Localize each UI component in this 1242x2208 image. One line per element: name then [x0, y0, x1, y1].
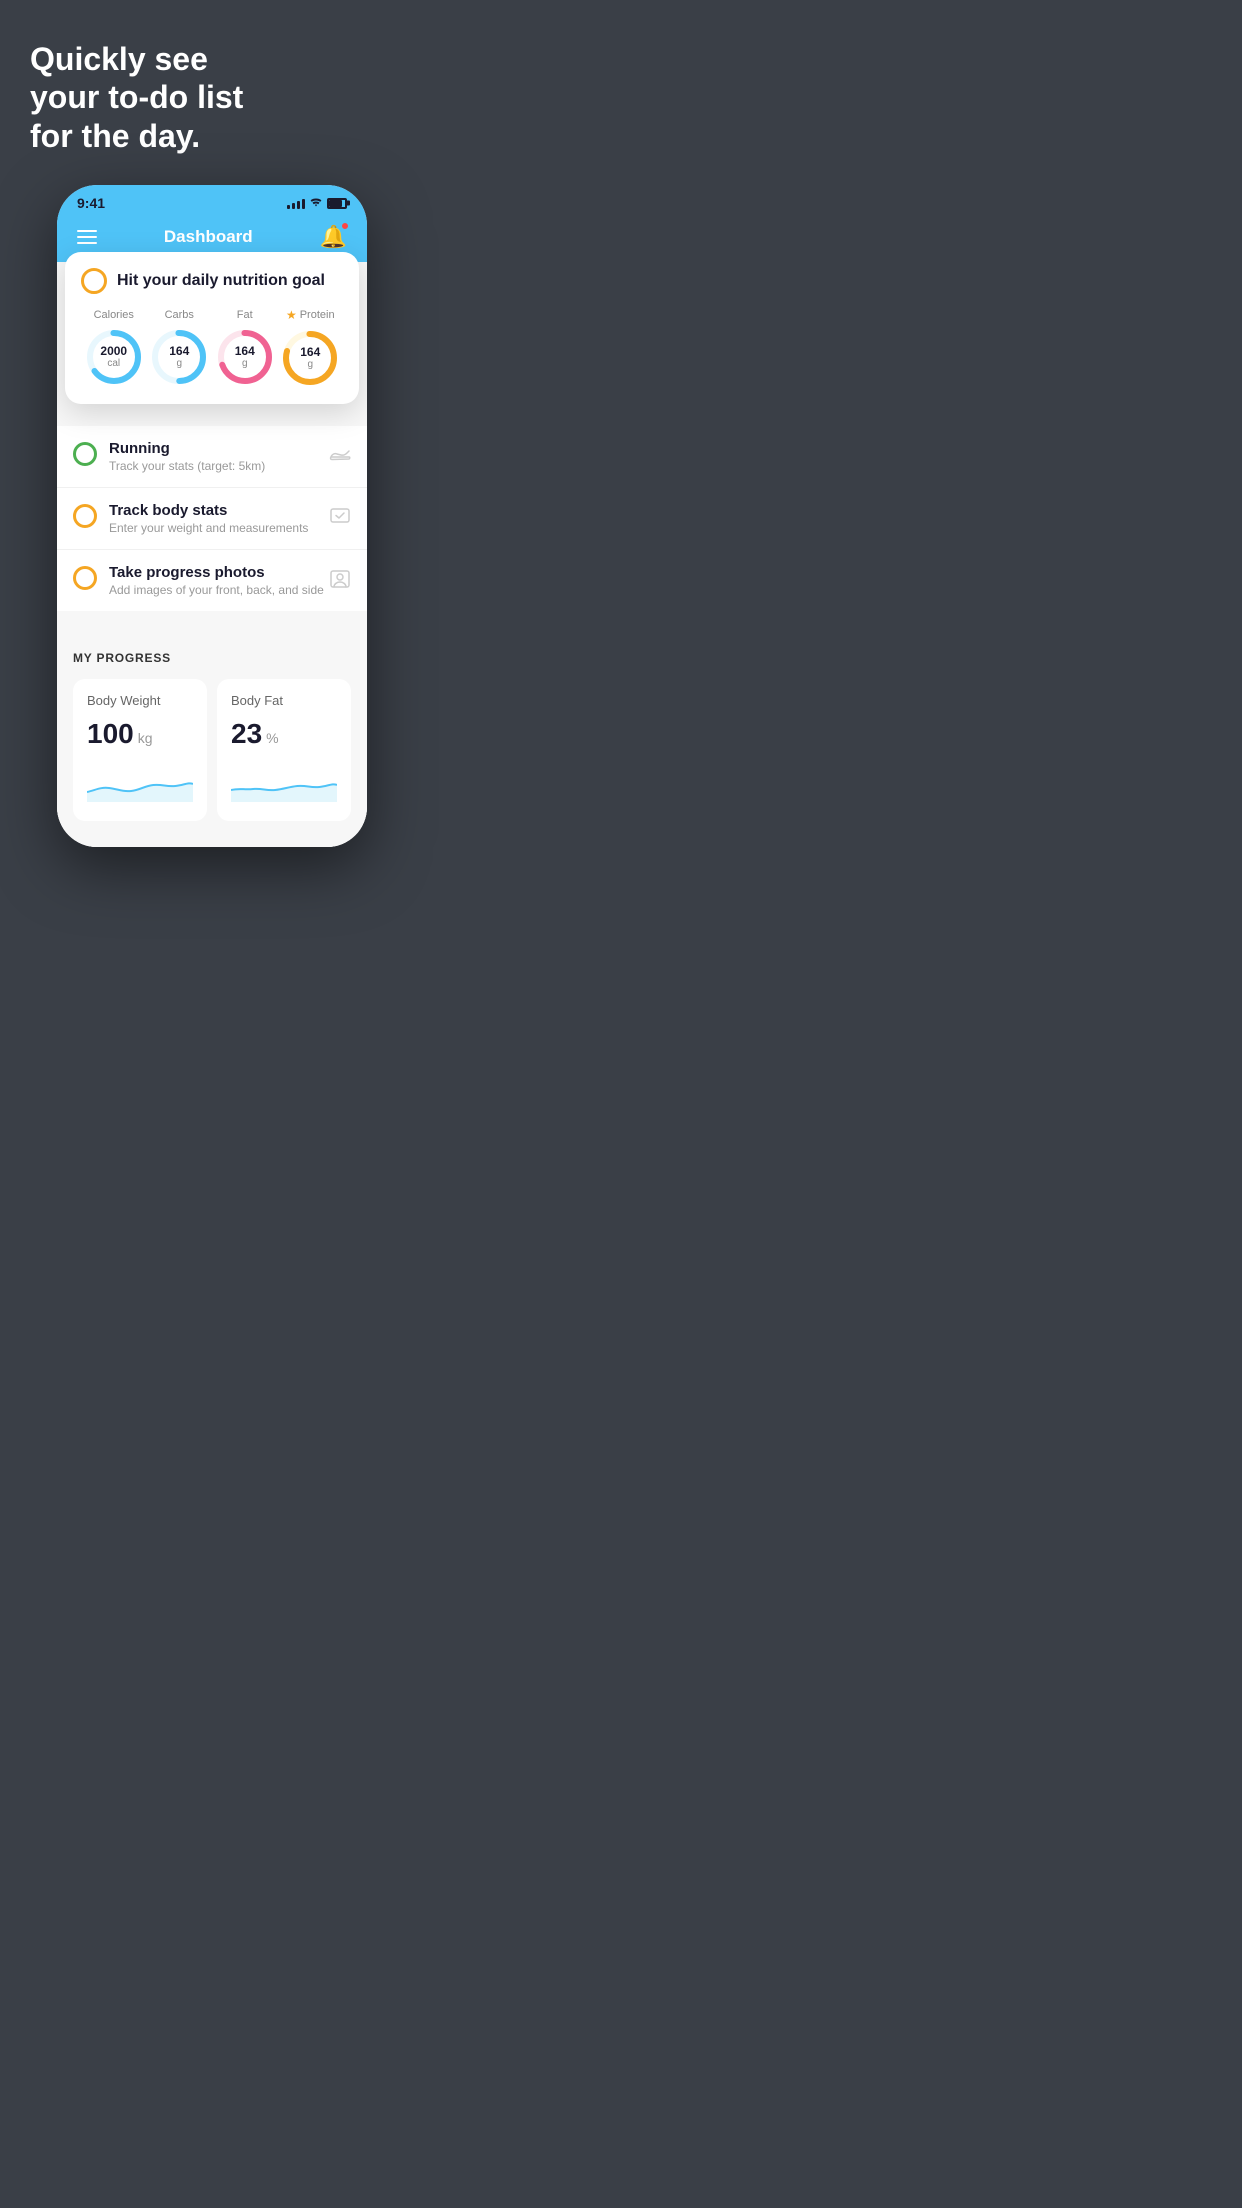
signal-bar-1	[287, 205, 290, 209]
notification-dot	[341, 222, 349, 230]
body-fat-value: 23	[231, 718, 262, 750]
body-weight-unit: kg	[138, 730, 153, 746]
hamburger-line-3	[77, 242, 97, 244]
running-title: Running	[109, 440, 329, 457]
outer-wrapper: Quickly see your to-do list for the day.…	[0, 0, 414, 877]
person-photo-icon	[329, 568, 351, 595]
body-fat-chart	[231, 762, 337, 802]
protein-unit: g	[300, 359, 320, 370]
wifi-icon	[309, 196, 323, 211]
card-title-row: Hit your daily nutrition goal	[81, 268, 343, 294]
macro-calories-label: Calories	[94, 309, 134, 321]
body-weight-value-row: 100 kg	[87, 718, 193, 750]
macro-fat-label: Fat	[237, 309, 253, 321]
fat-unit: g	[235, 358, 255, 369]
carbs-value: 164	[169, 345, 189, 358]
hero-line3: for the day.	[30, 118, 200, 154]
signal-bar-3	[297, 201, 300, 209]
todo-item-running[interactable]: Running Track your stats (target: 5km)	[57, 426, 367, 488]
nav-title: Dashboard	[164, 227, 253, 247]
phone-frame: 9:41	[57, 185, 367, 847]
battery-icon	[327, 198, 347, 209]
body-weight-value: 100	[87, 718, 134, 750]
notification-bell-button[interactable]: 🔔	[320, 224, 347, 250]
body-weight-card[interactable]: Body Weight 100 kg	[73, 679, 207, 821]
photos-subtitle: Add images of your front, back, and side	[109, 583, 329, 597]
calories-donut-text: 2000 cal	[100, 345, 127, 369]
fat-donut-text: 164 g	[235, 345, 255, 369]
macro-calories: Calories 2000 cal	[84, 309, 144, 387]
app-content: THINGS TO DO TODAY Hit your daily nutrit…	[57, 262, 367, 847]
body-stats-title: Track body stats	[109, 502, 329, 519]
todo-item-photos[interactable]: Take progress photos Add images of your …	[57, 550, 367, 611]
body-stats-checkbox[interactable]	[73, 504, 97, 528]
fat-donut: 164 g	[215, 327, 275, 387]
macro-protein: ★ Protein 164 g	[280, 308, 340, 388]
macro-fat: Fat 164 g	[215, 309, 275, 387]
carbs-unit: g	[169, 358, 189, 369]
hero-line2: your to-do list	[30, 79, 243, 115]
calories-unit: cal	[100, 358, 127, 369]
nutrition-checkbox[interactable]	[81, 268, 107, 294]
macro-carbs: Carbs 164 g	[149, 309, 209, 387]
running-text-group: Running Track your stats (target: 5km)	[109, 440, 329, 473]
body-stats-text-group: Track body stats Enter your weight and m…	[109, 502, 329, 535]
body-weight-title: Body Weight	[87, 693, 193, 708]
protein-donut-text: 164 g	[300, 346, 320, 370]
signal-bars-icon	[287, 197, 305, 209]
body-weight-chart	[87, 762, 193, 802]
todo-list: Running Track your stats (target: 5km)	[57, 426, 367, 611]
body-fat-card[interactable]: Body Fat 23 %	[217, 679, 351, 821]
battery-fill	[329, 200, 342, 207]
carbs-donut: 164 g	[149, 327, 209, 387]
carbs-donut-text: 164 g	[169, 345, 189, 369]
fat-value: 164	[235, 345, 255, 358]
scale-icon	[329, 506, 351, 529]
hamburger-line-1	[77, 230, 97, 232]
progress-header: MY PROGRESS	[73, 651, 351, 665]
body-stats-subtitle: Enter your weight and measurements	[109, 521, 329, 535]
progress-section: MY PROGRESS Body Weight 100 kg	[57, 631, 367, 847]
photos-checkbox[interactable]	[73, 566, 97, 590]
protein-donut: 164 g	[280, 328, 340, 388]
running-checkbox[interactable]	[73, 442, 97, 466]
macros-row: Calories 2000 cal	[81, 308, 343, 388]
photos-text-group: Take progress photos Add images of your …	[109, 564, 329, 597]
nutrition-card[interactable]: Hit your daily nutrition goal Calories 2	[65, 252, 359, 404]
macro-protein-label: Protein	[300, 309, 335, 321]
body-fat-unit: %	[266, 730, 278, 746]
hamburger-line-2	[77, 236, 97, 238]
progress-cards: Body Weight 100 kg Body Fat	[73, 679, 351, 821]
signal-bar-2	[292, 203, 295, 209]
bottom-spacer	[73, 821, 351, 837]
hamburger-menu-icon[interactable]	[77, 230, 97, 244]
calories-value: 2000	[100, 345, 127, 358]
macro-carbs-label: Carbs	[165, 309, 194, 321]
running-subtitle: Track your stats (target: 5km)	[109, 459, 329, 473]
photos-title: Take progress photos	[109, 564, 329, 581]
status-bar: 9:41	[57, 185, 367, 216]
body-fat-value-row: 23 %	[231, 718, 337, 750]
status-time: 9:41	[77, 195, 105, 211]
macro-protein-label-row: ★ Protein	[286, 308, 335, 322]
hero-text: Quickly see your to-do list for the day.	[30, 40, 394, 155]
spacer	[57, 611, 367, 631]
calories-donut: 2000 cal	[84, 327, 144, 387]
todo-item-body-stats[interactable]: Track body stats Enter your weight and m…	[57, 488, 367, 550]
status-icons	[287, 196, 347, 211]
nutrition-card-title: Hit your daily nutrition goal	[117, 272, 325, 290]
hero-line1: Quickly see	[30, 41, 208, 77]
protein-value: 164	[300, 346, 320, 359]
running-shoe-icon	[329, 444, 351, 467]
protein-star-icon: ★	[286, 308, 297, 322]
body-fat-title: Body Fat	[231, 693, 337, 708]
signal-bar-4	[302, 199, 305, 209]
